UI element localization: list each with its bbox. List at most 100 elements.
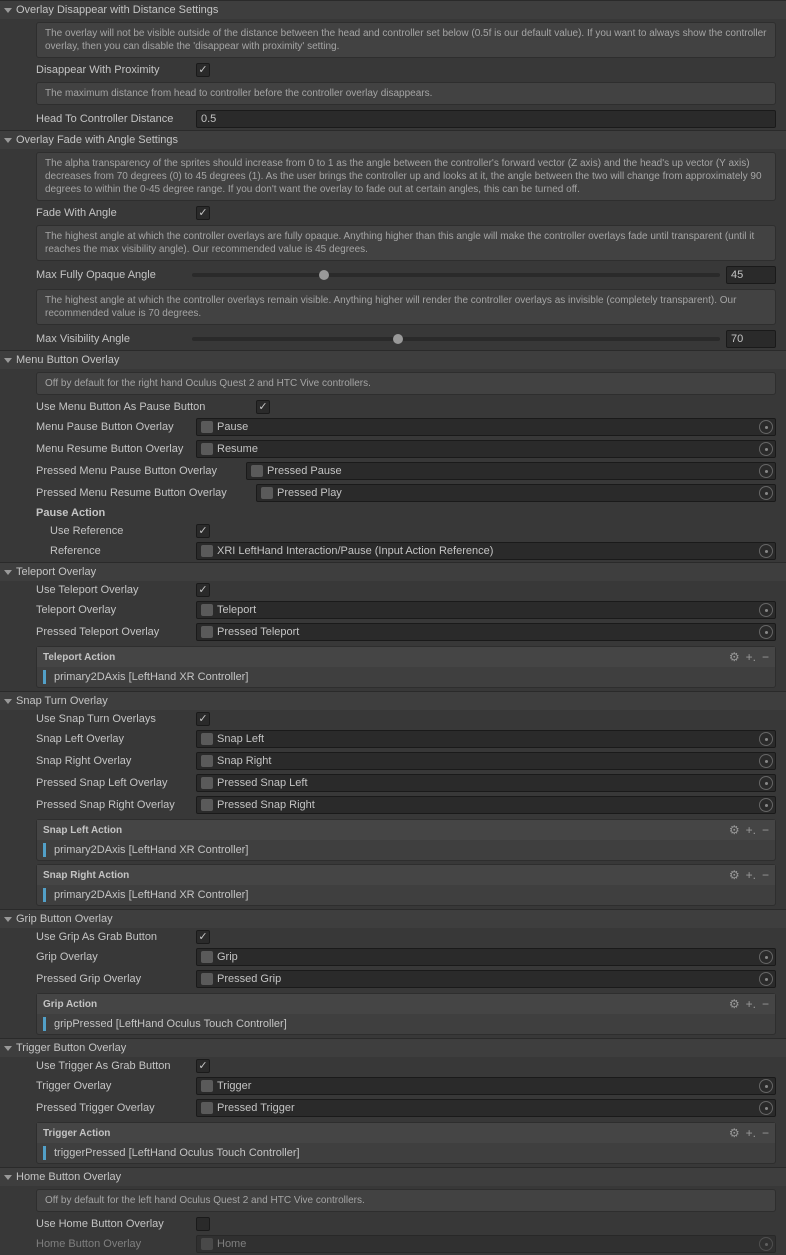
binding-text[interactable]: primary2DAxis [LeftHand XR Controller] [54,671,248,683]
section-distance-header[interactable]: Overlay Disappear with Distance Settings [0,0,786,19]
teleport-overlay-field[interactable]: Teleport [196,601,776,619]
section-grip-header[interactable]: Grip Button Overlay [0,909,786,928]
gear-icon[interactable]: ⚙ [729,1126,740,1140]
object-picker-icon[interactable] [759,1101,773,1115]
use-trigger-checkbox[interactable] [196,1059,210,1073]
grip-overlay-field[interactable]: Grip [196,948,776,966]
snap-right-label: Snap Right Overlay [36,755,196,767]
remove-icon[interactable]: − [762,997,769,1011]
binding-bar [43,670,46,684]
snap-left-label: Snap Left Overlay [36,733,196,745]
use-grip-checkbox[interactable] [196,930,210,944]
snap-left-field[interactable]: Snap Left [196,730,776,748]
remove-icon[interactable]: − [762,650,769,664]
visibility-angle-slider[interactable] [192,337,720,341]
pressed-pause-label: Pressed Menu Pause Button Overlay [36,465,246,477]
use-snap-checkbox[interactable] [196,712,210,726]
section-trigger-header[interactable]: Trigger Button Overlay [0,1038,786,1057]
binding-text[interactable]: triggerPressed [LeftHand Oculus Touch Co… [54,1147,300,1159]
visibility-angle-input[interactable] [726,330,776,348]
pressed-grip-field[interactable]: Pressed Grip [196,970,776,988]
add-icon[interactable]: +. [746,823,756,837]
pressed-resume-label: Pressed Menu Resume Button Overlay [36,487,256,499]
slider-thumb[interactable] [319,270,329,280]
snap-right-field[interactable]: Snap Right [196,752,776,770]
pressed-teleport-field[interactable]: Pressed Teleport [196,623,776,641]
pressed-grip-label: Pressed Grip Overlay [36,973,196,985]
object-picker-icon[interactable] [759,464,773,478]
pause-overlay-field[interactable]: Pause [196,418,776,436]
slider-thumb[interactable] [393,334,403,344]
add-icon[interactable]: +. [746,1126,756,1140]
section-fade-header[interactable]: Overlay Fade with Angle Settings [0,130,786,149]
section-teleport-header[interactable]: Teleport Overlay [0,562,786,581]
object-picker-icon[interactable] [759,754,773,768]
use-snap-label: Use Snap Turn Overlays [36,713,196,725]
binding-text[interactable]: gripPressed [LeftHand Oculus Touch Contr… [54,1018,287,1030]
binding-bar [43,888,46,902]
reference-field[interactable]: XRI LeftHand Interaction/Pause (Input Ac… [196,542,776,560]
remove-icon[interactable]: − [762,868,769,882]
section-snap-header[interactable]: Snap Turn Overlay [0,691,786,710]
pressed-trigger-field[interactable]: Pressed Trigger [196,1099,776,1117]
remove-icon[interactable]: − [762,823,769,837]
home-overlay-label: Home Button Overlay [36,1238,196,1250]
object-picker-icon[interactable] [759,776,773,790]
home-overlay-field: Home [196,1235,776,1253]
object-picker-icon[interactable] [759,544,773,558]
help-text: The highest angle at which the controlle… [36,289,776,325]
use-reference-label: Use Reference [36,525,196,537]
gameobject-icon [201,951,213,963]
pressed-snap-right-field[interactable]: Pressed Snap Right [196,796,776,814]
object-picker-icon[interactable] [759,1079,773,1093]
object-picker-icon[interactable] [759,972,773,986]
pressed-trigger-label: Pressed Trigger Overlay [36,1102,196,1114]
grip-overlay-label: Grip Overlay [36,951,196,963]
remove-icon[interactable]: − [762,1126,769,1140]
add-icon[interactable]: +. [746,997,756,1011]
gameobject-icon [201,973,213,985]
object-picker-icon[interactable] [759,486,773,500]
object-picker-icon[interactable] [759,603,773,617]
gear-icon[interactable]: ⚙ [729,868,740,882]
object-picker-icon[interactable] [759,798,773,812]
object-picker-icon[interactable] [759,950,773,964]
help-text: The highest angle at which the controlle… [36,225,776,261]
help-text: Off by default for the right hand Oculus… [36,372,776,395]
reference-label: Reference [36,545,196,557]
fade-angle-checkbox[interactable] [196,206,210,220]
action-name: Teleport Action [43,652,115,663]
add-icon[interactable]: +. [746,868,756,882]
pressed-pause-field[interactable]: Pressed Pause [246,462,776,480]
use-reference-checkbox[interactable] [196,524,210,538]
section-menu-header[interactable]: Menu Button Overlay [0,350,786,369]
head-distance-input[interactable] [196,110,776,128]
resume-overlay-field[interactable]: Resume [196,440,776,458]
gear-icon[interactable]: ⚙ [729,997,740,1011]
object-picker-icon[interactable] [759,420,773,434]
add-icon[interactable]: +. [746,650,756,664]
object-picker-icon[interactable] [759,442,773,456]
resume-overlay-label: Menu Resume Button Overlay [36,443,196,455]
gear-icon[interactable]: ⚙ [729,823,740,837]
opaque-angle-slider[interactable] [192,273,720,277]
use-teleport-label: Use Teleport Overlay [36,584,196,596]
pressed-snap-left-field[interactable]: Pressed Snap Left [196,774,776,792]
use-teleport-checkbox[interactable] [196,583,210,597]
binding-text[interactable]: primary2DAxis [LeftHand XR Controller] [54,889,248,901]
gear-icon[interactable]: ⚙ [729,650,740,664]
trigger-overlay-field[interactable]: Trigger [196,1077,776,1095]
object-picker-icon[interactable] [759,732,773,746]
binding-bar [43,843,46,857]
pressed-resume-field[interactable]: Pressed Play [256,484,776,502]
binding-text[interactable]: primary2DAxis [LeftHand XR Controller] [54,844,248,856]
foldout-icon [4,1046,12,1051]
gameobject-icon [201,799,213,811]
use-menu-checkbox[interactable] [256,400,270,414]
use-home-checkbox[interactable] [196,1217,210,1231]
disappear-proximity-checkbox[interactable] [196,63,210,77]
object-picker-icon[interactable] [759,625,773,639]
section-home-header[interactable]: Home Button Overlay [0,1167,786,1186]
pressed-snap-left-label: Pressed Snap Left Overlay [36,777,196,789]
opaque-angle-input[interactable] [726,266,776,284]
